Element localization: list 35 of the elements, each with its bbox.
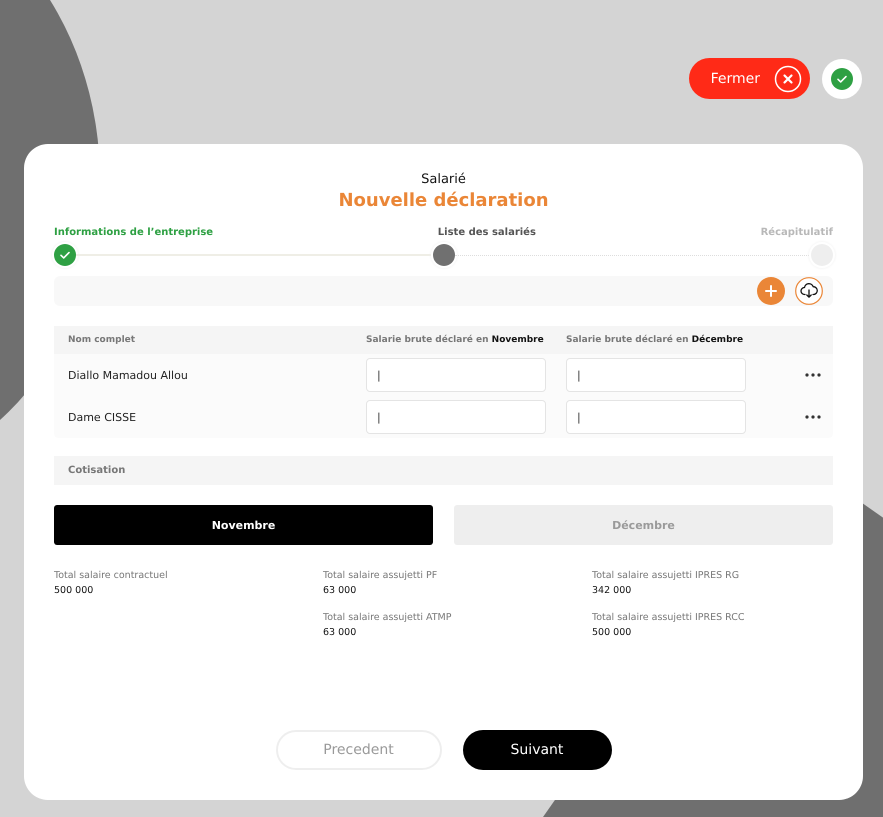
confirm-button[interactable] bbox=[822, 58, 862, 98]
total-label: Total salaire contractuel bbox=[54, 570, 169, 581]
section-title: Cotisation bbox=[68, 465, 126, 476]
total-label: Total salaire assujetti IPRES RG bbox=[592, 570, 740, 581]
cloud-download-icon[interactable] bbox=[795, 277, 823, 305]
column-header: Nom complet bbox=[68, 335, 136, 345]
total-label: Total salaire assujetti PF bbox=[323, 570, 438, 581]
salary-input[interactable]: | bbox=[366, 400, 546, 434]
column-header: Salarie brute déclaré en Novembre bbox=[366, 335, 545, 345]
total-value: 63 000 bbox=[323, 627, 358, 638]
close-button[interactable]: Fermer bbox=[688, 58, 810, 99]
total-value: 500 000 bbox=[592, 627, 632, 638]
add-icon[interactable] bbox=[757, 277, 785, 305]
close-icon bbox=[774, 64, 802, 92]
step-label: Informations de l’entreprise bbox=[54, 227, 214, 238]
salary-input[interactable]: | bbox=[566, 400, 746, 434]
salary-input[interactable]: | bbox=[566, 358, 746, 392]
step-label: Récapitulatif bbox=[760, 227, 833, 238]
more-icon[interactable] bbox=[805, 373, 821, 377]
total-label: Total salaire assujetti IPRES RCC bbox=[592, 612, 746, 623]
subtitle: Salarié bbox=[420, 172, 467, 187]
check-icon bbox=[831, 68, 853, 90]
total-value: 342 000 bbox=[592, 585, 632, 596]
total-value: 500 000 bbox=[54, 585, 94, 596]
step-label: Liste des salariés bbox=[438, 227, 536, 238]
month-tab[interactable]: Novembre bbox=[54, 505, 433, 545]
employee-name: Diallo Mamadou Allou bbox=[68, 368, 189, 382]
column-header: Salarie brute déclaré en Décembre bbox=[566, 335, 744, 345]
more-icon[interactable] bbox=[805, 415, 821, 419]
salary-input[interactable]: | bbox=[366, 358, 546, 392]
dialog-title: Nouvelle déclaration bbox=[337, 190, 550, 211]
next-button[interactable]: Suivant bbox=[462, 730, 612, 770]
employee-name: Dame CISSE bbox=[68, 410, 138, 424]
total-value: 63 000 bbox=[323, 585, 358, 596]
total-label: Total salaire assujetti ATMP bbox=[323, 612, 452, 623]
